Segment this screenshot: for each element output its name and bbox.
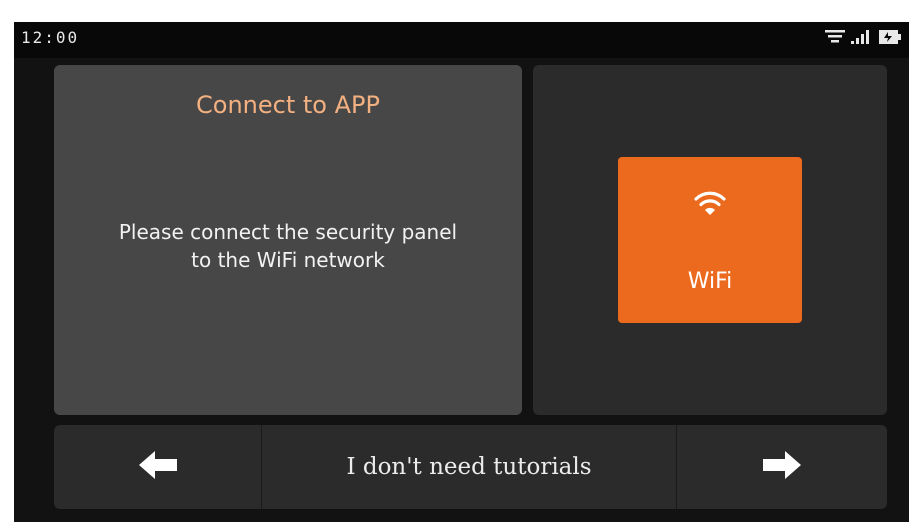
status-time: 12:00 bbox=[21, 28, 80, 47]
arrow-left-icon bbox=[138, 450, 177, 484]
arrow-right-icon bbox=[763, 450, 801, 484]
instruction-text: Please connect the security panel to the… bbox=[54, 218, 522, 274]
navigation-bar: I don't need tutorials bbox=[54, 425, 887, 509]
wifi-button[interactable]: WiFi bbox=[618, 157, 802, 323]
status-bar: 12:00 bbox=[14, 22, 909, 58]
skip-tutorials-label: I don't need tutorials bbox=[346, 454, 592, 480]
next-button[interactable] bbox=[677, 425, 887, 509]
wifi-panel: WiFi bbox=[533, 65, 887, 415]
status-icons bbox=[825, 30, 901, 44]
wifi-icon bbox=[694, 189, 726, 221]
wifi-status-icon bbox=[825, 30, 845, 44]
signal-icon bbox=[851, 30, 873, 44]
instruction-line-1: Please connect the security panel bbox=[118, 220, 458, 244]
skip-tutorials-button[interactable]: I don't need tutorials bbox=[262, 425, 677, 509]
back-button[interactable] bbox=[54, 425, 262, 509]
instruction-line-2: to the WiFi network bbox=[191, 248, 385, 272]
battery-icon bbox=[879, 30, 901, 44]
panel-title: Connect to APP bbox=[196, 91, 380, 119]
wifi-button-label: WiFi bbox=[687, 269, 733, 294]
connect-app-panel: Connect to APP Please connect the securi… bbox=[54, 65, 522, 415]
device-screen: 12:00 Connect to APP Please connect the … bbox=[14, 22, 909, 522]
